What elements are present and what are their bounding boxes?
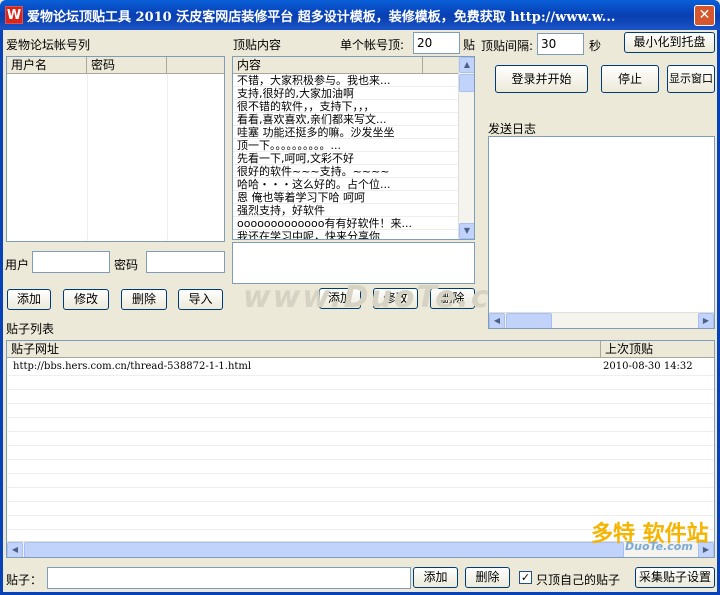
accounts-section-label: 爱物论坛帐号列 xyxy=(6,38,91,52)
content-item-text: 不错，大家积极参与。我也来... xyxy=(237,74,391,87)
per-account-input[interactable]: 20 xyxy=(413,32,460,54)
column-empty xyxy=(167,57,224,73)
column-post-url[interactable]: 贴子网址 xyxy=(7,341,601,357)
content-row[interactable]: 恩 俺也等着学习下哈 呵呵 xyxy=(233,191,459,204)
content-item-text: 看看,喜欢喜欢,亲们都来写文... xyxy=(237,113,387,126)
user-label: 用户 xyxy=(5,258,30,272)
column-password[interactable]: 密码 xyxy=(87,57,167,73)
content-row[interactable]: 很不错的软件，，支持下，，， xyxy=(233,100,459,113)
column-divider xyxy=(167,74,168,241)
content-item-text: 我还在学习中呢，快来分享你 xyxy=(237,230,380,240)
column-divider xyxy=(87,74,88,241)
content-header: 内容 xyxy=(233,57,459,74)
post-add-button[interactable]: 添加 xyxy=(413,567,458,588)
content-item-text: 支持,很好的,大家加油啊 xyxy=(237,87,354,100)
content-row[interactable]: 很好的软件~~~支持。~~~~ xyxy=(233,165,459,178)
content-row[interactable]: 哇塞 功能还挺多的嘛。沙发坐坐 xyxy=(233,126,459,139)
content-row[interactable]: 先看一下,呵呵,文彩不好 xyxy=(233,152,459,165)
content-row[interactable]: 哈哈・・・这么好的。占个位... xyxy=(233,178,459,191)
content-item-text: 哇塞 功能还挺多的嘛。沙发坐坐 xyxy=(237,126,395,139)
content-list[interactable]: 内容 不错，大家积极参与。我也来... 支持,很好的,大家加油啊 很不错的软件，，支… xyxy=(232,56,475,240)
login-start-button[interactable]: 登录并开始 xyxy=(495,65,588,93)
interval-label: 顶贴间隔: xyxy=(481,39,534,53)
title-bar[interactable]: W 爱物论坛顶贴工具 2010 沃皮客网店装修平台 超多设计模板，装修模板，免费… xyxy=(0,0,720,30)
content-item-text: 哈哈・・・这么好的。占个位... xyxy=(237,178,391,191)
grid-line xyxy=(7,375,714,376)
window-title: 爱物论坛顶贴工具 2010 沃皮客网店装修平台 超多设计模板，装修模板，免费获取… xyxy=(27,10,616,25)
only-mine-checkbox[interactable]: ✓ xyxy=(519,571,532,584)
show-window-button[interactable]: 显示窗口 xyxy=(667,65,715,93)
content-item-text: 顶一下。。。。。。。。。。... xyxy=(237,139,341,152)
grid-line xyxy=(7,431,714,432)
column-last-bump[interactable]: 上次顶贴 xyxy=(601,341,714,357)
content-row[interactable]: 看看,喜欢喜欢,亲们都来写文... xyxy=(233,113,459,126)
password-input[interactable] xyxy=(146,251,225,273)
post-last-bump: 2010-08-30 14:32 xyxy=(603,361,693,372)
content-item-text: 强烈支持，好软件 xyxy=(237,204,325,217)
content-row[interactable]: 我还在学习中呢，快来分享你 xyxy=(233,230,459,240)
stop-button[interactable]: 停止 xyxy=(601,65,659,93)
content-row[interactable]: 支持,很好的,大家加油啊 xyxy=(233,87,459,100)
account-add-button[interactable]: 添加 xyxy=(7,289,51,310)
collect-settings-button[interactable]: 采集贴子设置 xyxy=(635,567,715,588)
content-row[interactable]: 顶一下。。。。。。。。。。... xyxy=(233,139,459,152)
scroll-left-icon[interactable]: ◀ xyxy=(7,542,23,557)
password-label: 密码 xyxy=(114,258,139,272)
grid-line xyxy=(7,473,714,474)
interval-input[interactable]: 30 xyxy=(537,33,584,55)
main-window: 爱物论坛帐号列 用户名 密码 用户 密码 添加 修改 删除 导入 顶贴内容 单个… xyxy=(0,30,720,595)
content-item-text: 很好的软件~~~支持。~~~~ xyxy=(237,165,390,178)
close-button[interactable]: ✕ xyxy=(694,5,715,26)
grid-line xyxy=(7,459,714,460)
content-editor[interactable] xyxy=(232,242,475,284)
interval-unit: 秒 xyxy=(589,39,602,53)
grid-line xyxy=(7,501,714,502)
only-mine-label: 只顶自己的贴子 xyxy=(536,573,621,587)
app-icon: W xyxy=(5,6,23,24)
grid-line xyxy=(7,487,714,488)
scroll-right-icon[interactable]: ▶ xyxy=(698,313,714,328)
grid-line xyxy=(7,389,714,390)
per-account-unit: 贴 xyxy=(463,38,476,52)
content-item-text: 先看一下,呵呵,文彩不好 xyxy=(237,152,354,165)
post-label: 贴子： xyxy=(6,573,43,587)
grid-line xyxy=(7,445,714,446)
per-account-label: 单个帐号顶: xyxy=(340,38,405,52)
content-item-text: 很不错的软件，，支持下，，， xyxy=(237,100,375,113)
minimize-to-tray-button[interactable]: 最小化到托盘 xyxy=(624,32,715,53)
send-log[interactable]: ◀ ▶ xyxy=(488,136,715,329)
column-username[interactable]: 用户名 xyxy=(7,57,87,73)
posts-section-label: 贴子列表 xyxy=(6,322,55,336)
log-label: 发送日志 xyxy=(488,122,537,136)
content-row[interactable]: ooooooooooooo有有好软件！来... xyxy=(233,217,459,230)
log-hscrollbar[interactable]: ◀ ▶ xyxy=(489,312,714,328)
scroll-thumb[interactable] xyxy=(24,542,624,557)
accounts-header: 用户名 密码 xyxy=(7,57,224,74)
scroll-up-icon[interactable]: ▲ xyxy=(459,57,474,73)
corner-logo-sub: DuoTe.com xyxy=(625,540,693,553)
content-item-text: ooooooooooooo有有好软件！来... xyxy=(237,217,412,230)
accounts-list[interactable]: 用户名 密码 xyxy=(6,56,225,242)
column-content[interactable]: 内容 xyxy=(233,57,423,73)
grid-line xyxy=(7,417,714,418)
content-section-label: 顶贴内容 xyxy=(233,38,282,52)
content-row[interactable]: 不错，大家积极参与。我也来... xyxy=(233,74,459,87)
account-delete-button[interactable]: 删除 xyxy=(121,289,167,310)
grid-line xyxy=(7,403,714,404)
account-edit-button[interactable]: 修改 xyxy=(63,289,109,310)
content-scrollbar[interactable]: ▲ ▼ xyxy=(458,57,474,239)
scroll-thumb[interactable] xyxy=(506,313,552,328)
account-import-button[interactable]: 导入 xyxy=(178,289,223,310)
content-row[interactable]: 强烈支持，好软件 xyxy=(233,204,459,217)
post-url-input[interactable] xyxy=(47,567,411,589)
scroll-down-icon[interactable]: ▼ xyxy=(459,223,474,239)
post-url: http://bbs.hers.com.cn/thread-538872-1-1… xyxy=(13,361,252,372)
post-delete-button[interactable]: 删除 xyxy=(465,567,510,588)
user-input[interactable] xyxy=(32,251,110,273)
posts-header: 贴子网址 上次顶贴 xyxy=(7,341,714,358)
scroll-left-icon[interactable]: ◀ xyxy=(489,313,505,328)
content-item-text: 恩 俺也等着学习下哈 呵呵 xyxy=(237,191,365,204)
post-row[interactable]: http://bbs.hers.com.cn/thread-538872-1-1… xyxy=(7,361,714,375)
scroll-thumb[interactable] xyxy=(459,74,474,92)
